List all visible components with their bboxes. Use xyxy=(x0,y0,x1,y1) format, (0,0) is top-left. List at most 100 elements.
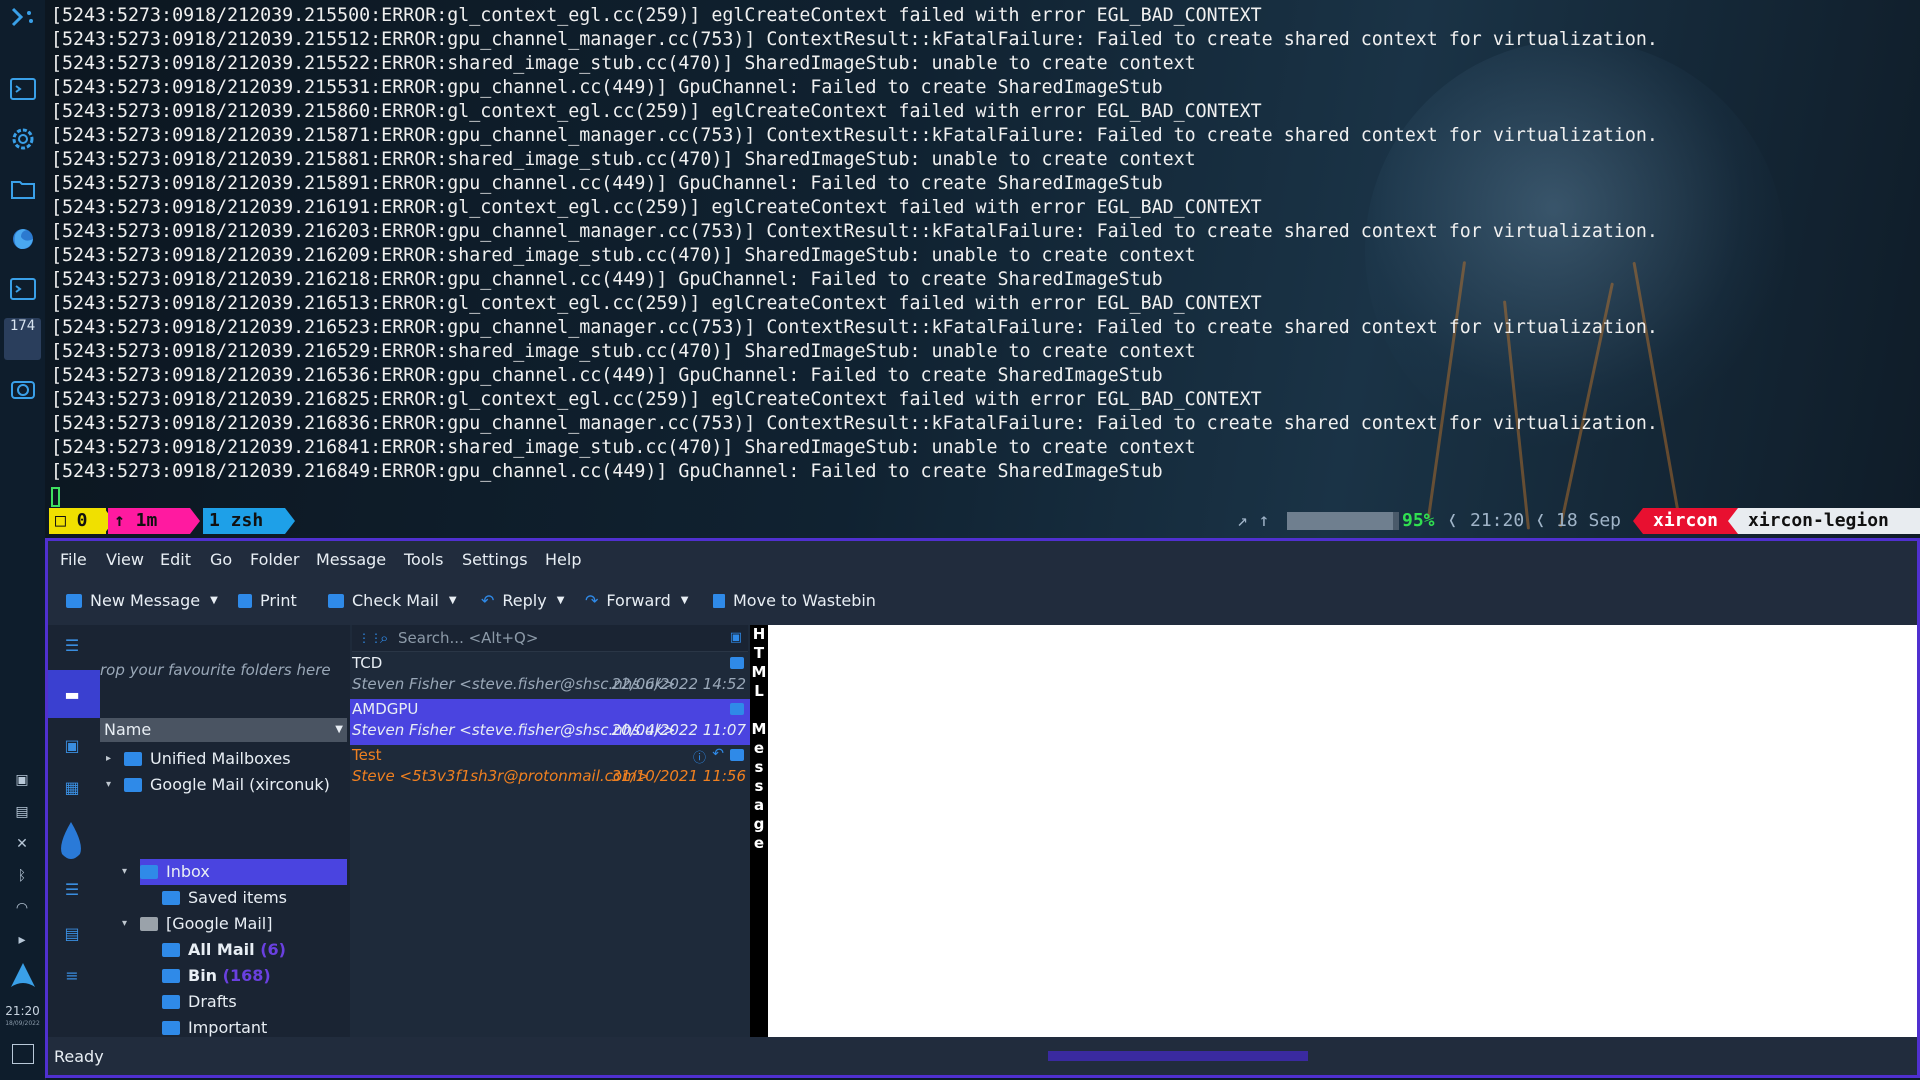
info-icon: ⓘ xyxy=(692,751,706,766)
battery-bar xyxy=(1287,512,1399,530)
folder-drafts[interactable]: Drafts xyxy=(162,989,237,1015)
new-message-button[interactable]: New Message ▼ xyxy=(66,591,218,610)
collapse-arrow-icon: ▾ xyxy=(122,918,128,929)
message-subject: TCD xyxy=(352,654,383,672)
calendar-icon[interactable]: ▦ xyxy=(60,775,84,799)
folder-google-mail[interactable]: ▾ Google Mail (xirconuk) xyxy=(106,772,330,798)
tmux-separator xyxy=(1728,508,1738,534)
banner-letter: M xyxy=(751,663,767,681)
menu-help[interactable]: Help xyxy=(545,550,581,569)
folder-label: Important xyxy=(188,1018,268,1037)
folder-label: Bin xyxy=(188,966,218,985)
left-dock: 174 ▣ ▤ ✕ ᛒ ◠ ▸ 21:20 18/09/2022 xyxy=(0,0,46,1080)
tmux-window-index[interactable]: □ 0 xyxy=(49,508,106,534)
clipboard-icon[interactable]: ▤ xyxy=(12,802,32,822)
contacts-icon[interactable]: ▣ xyxy=(60,733,84,757)
bluetooth-icon[interactable]: ᛒ xyxy=(12,866,32,886)
tmux-date: 18 Sep xyxy=(1556,510,1622,531)
message-date: 22/06/2022 14:52 xyxy=(611,675,746,693)
unread-count: (6) xyxy=(260,940,286,959)
message-subject: Test xyxy=(352,746,382,764)
battery-percent: 95% xyxy=(1402,510,1435,531)
message-date: 20/04/2022 11:07 xyxy=(611,721,746,739)
terminal-line: [5243:5273:0918/212039.216191:ERROR:gl_c… xyxy=(51,197,1262,218)
forward-icon: ↷ xyxy=(585,591,599,610)
banner-letter: s xyxy=(754,777,764,795)
folder-unified-mailboxes[interactable]: ▸ Unified Mailboxes xyxy=(106,746,291,772)
counter-icon[interactable]: 174 xyxy=(4,318,41,360)
inbox-folder-icon xyxy=(140,865,158,879)
mailbox-icon xyxy=(124,778,142,792)
tmux-session[interactable]: 1 zsh xyxy=(203,508,285,534)
settings-icon[interactable] xyxy=(6,122,39,155)
terminal-window[interactable]: [5243:5273:0918/212039.215500:ERROR:gl_c… xyxy=(45,0,1920,538)
favourites-drop-hint: rop your favourite folders here xyxy=(100,661,331,679)
folder-google-mail-group[interactable]: ▾ [Google Mail] xyxy=(122,911,273,937)
message-row[interactable]: Test ⓘ ↶ Steve <5t3v3f1sh3r@protonmail.c… xyxy=(350,745,750,791)
check-mail-button[interactable]: Check Mail ▼ xyxy=(328,591,457,610)
move-to-wastebin-button[interactable]: Move to Wastebin xyxy=(713,591,876,610)
show-desktop-icon[interactable] xyxy=(12,1044,34,1064)
folder-column-header[interactable]: Name ▼ xyxy=(100,718,347,742)
chevron-down-icon: ▼ xyxy=(210,595,218,606)
new-message-label: New Message xyxy=(90,591,201,610)
lock-icon[interactable]: ▣ xyxy=(730,625,742,651)
screenshot-icon[interactable] xyxy=(6,372,39,405)
notes-icon[interactable]: ≡ xyxy=(60,963,84,987)
collapse-arrow-icon: ▾ xyxy=(106,779,112,790)
folder-bin[interactable]: Bin (168) xyxy=(162,963,271,989)
banner-letter: M xyxy=(751,720,767,738)
tmux-uptime: ↑ 1m xyxy=(108,508,190,534)
mute-icon[interactable]: ✕ xyxy=(12,834,32,854)
kde-dev-icon[interactable] xyxy=(6,2,39,35)
menu-view[interactable]: View xyxy=(106,550,144,569)
terminal-icon-2[interactable] xyxy=(6,272,39,305)
dock-date: 18/09/2022 xyxy=(5,1020,40,1027)
firefox-icon[interactable] xyxy=(6,222,39,255)
image-icon[interactable]: ▣ xyxy=(12,770,32,790)
akregator-drop-icon[interactable] xyxy=(56,820,86,864)
tmux-separator xyxy=(1633,508,1643,534)
terminal-icon[interactable] xyxy=(6,72,39,105)
expand-icon[interactable]: ▸ xyxy=(12,930,32,950)
folder-important[interactable]: Important xyxy=(162,1015,267,1037)
menu-settings[interactable]: Settings xyxy=(462,550,528,569)
wifi-icon[interactable]: ◠ xyxy=(12,898,32,918)
folder-icon xyxy=(162,969,180,983)
reply-button[interactable]: ↶ Reply ▼ xyxy=(481,591,564,610)
chevron-down-icon: ▼ xyxy=(680,595,689,606)
search-input[interactable]: ⋮⋮ ⌕ Search... <Alt+Q> ▣ xyxy=(352,625,748,652)
menu-file[interactable]: File xyxy=(60,550,87,569)
html-message-banner: HTML Message xyxy=(750,625,768,1037)
files-icon[interactable] xyxy=(6,172,39,205)
menu-message[interactable]: Message xyxy=(316,550,386,569)
terminal-line: [5243:5273:0918/212039.216529:ERROR:shar… xyxy=(51,341,1196,362)
folder-icon xyxy=(140,917,158,931)
folder-pane: rop your favourite folders here Name ▼ ▸… xyxy=(100,625,350,1037)
folder-all-mail[interactable]: All Mail (6) xyxy=(162,937,286,963)
forward-button[interactable]: ↷ Forward ▼ xyxy=(585,591,688,610)
message-row[interactable]: TCD Steven Fisher <steve.fisher@shsc.nhs… xyxy=(350,653,750,699)
folder-saved-items[interactable]: Saved items xyxy=(162,885,287,911)
folder-inbox[interactable]: ▾ Inbox xyxy=(122,859,210,885)
todo-icon[interactable]: ☰ xyxy=(60,877,84,901)
message-preview[interactable] xyxy=(768,625,1917,1037)
new-message-icon xyxy=(66,593,82,608)
terminal-line: [5243:5273:0918/212039.215500:ERROR:gl_c… xyxy=(51,5,1262,26)
message-row-selected[interactable]: AMDGPU Steven Fisher <steve.fisher@shsc.… xyxy=(350,699,750,745)
folder-icon xyxy=(162,891,180,905)
menu-go[interactable]: Go xyxy=(210,550,232,569)
mail-icon[interactable]: ▬ xyxy=(60,682,84,706)
printer-icon xyxy=(238,593,252,608)
print-button[interactable]: Print xyxy=(238,591,297,610)
tmux-separator xyxy=(285,508,295,534)
terminal-line: [5243:5273:0918/212039.216825:ERROR:gl_c… xyxy=(51,389,1262,410)
menu-tools[interactable]: Tools xyxy=(404,550,443,569)
journal-icon[interactable]: ▤ xyxy=(60,921,84,945)
filter-icon[interactable]: ⋮⋮ xyxy=(358,625,382,651)
list-icon[interactable]: ☰ xyxy=(60,633,84,657)
menu-folder[interactable]: Folder xyxy=(250,550,299,569)
menu-edit[interactable]: Edit xyxy=(160,550,191,569)
status-text: Ready xyxy=(54,1047,104,1066)
arch-icon[interactable] xyxy=(6,958,39,991)
